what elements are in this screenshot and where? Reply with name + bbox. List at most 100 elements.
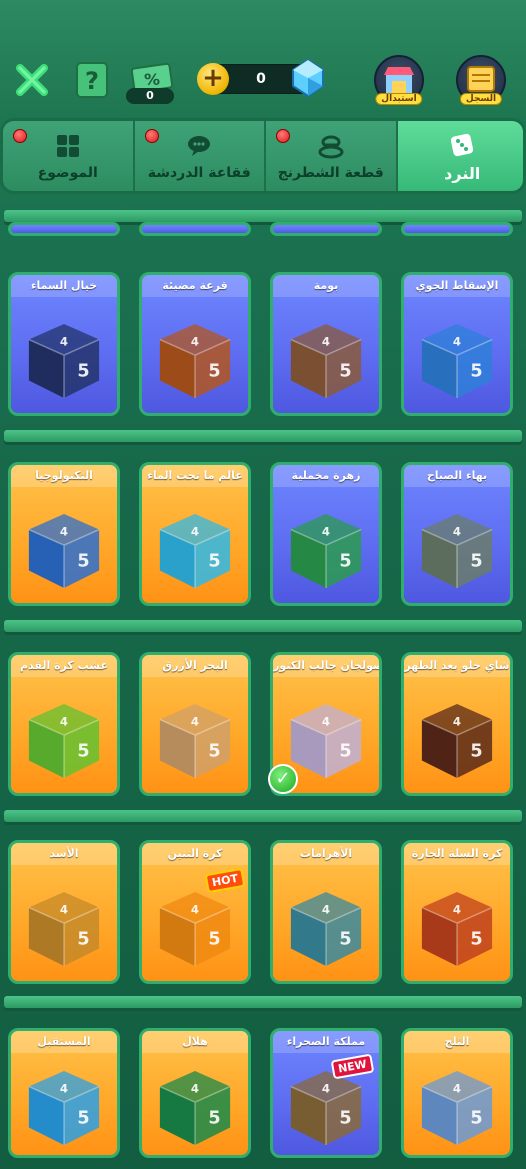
- tab-chat-bubble[interactable]: فقاعة الدردشة: [134, 121, 266, 191]
- dice-card-partial[interactable]: [270, 222, 382, 236]
- dice-card-title: قرعة مضيئة: [142, 275, 248, 297]
- dice-card[interactable]: الأهرامات 5 4: [270, 840, 382, 984]
- dice-card-title: خيال السماء: [11, 275, 117, 297]
- tab-label: قطعة الشطرنج: [277, 165, 384, 181]
- dice-skin-icon: 54: [28, 703, 100, 778]
- dice-card[interactable]: عشب كرة القدم 5 4: [8, 652, 120, 796]
- dice-card-partial[interactable]: [401, 222, 513, 236]
- dice-card[interactable]: التكنولوجيا 5 4: [8, 462, 120, 606]
- help-button[interactable]: ?: [74, 60, 110, 100]
- swap-button[interactable]: استبدال: [374, 55, 424, 105]
- svg-text:5: 5: [470, 1108, 482, 1128]
- question-mark-icon: ?: [76, 62, 108, 98]
- dice-skin-icon: 54: [290, 323, 362, 398]
- selected-check-icon: ✓: [268, 764, 298, 794]
- dice-card[interactable]: قرعة مضيئة 5 4: [139, 272, 251, 416]
- dice-card-title: شاي حلو بعد الظهر: [404, 655, 510, 677]
- dice-card[interactable]: مملكة الصحراء 5 4 NEW: [270, 1028, 382, 1158]
- svg-text:5: 5: [470, 551, 482, 571]
- dice-card[interactable]: هلال 5 4: [139, 1028, 251, 1158]
- svg-text:4: 4: [453, 902, 461, 916]
- hot-badge: HOT: [204, 867, 246, 894]
- chess-piece-icon: [318, 135, 344, 159]
- dice-card[interactable]: بهاء الصباح 5 4: [401, 462, 513, 606]
- svg-text:5: 5: [339, 361, 351, 381]
- dice-card[interactable]: الثلج 5 4: [401, 1028, 513, 1158]
- tab-label: فقاعة الدردشة: [147, 165, 251, 181]
- dice-card[interactable]: شاي حلو بعد الظهر 5 4: [401, 652, 513, 796]
- gem-count: 0: [256, 71, 266, 87]
- dice-card[interactable]: كرة التنين 5 4 HOT: [139, 840, 251, 984]
- dice-skin-icon: 54: [421, 891, 493, 966]
- dice-skin-icon: 54: [421, 513, 493, 588]
- shelf-divider: [4, 430, 522, 442]
- new-indicator-dot: [276, 129, 290, 143]
- svg-text:4: 4: [322, 334, 330, 348]
- svg-text:4: 4: [322, 714, 330, 728]
- history-button[interactable]: السجل: [456, 55, 506, 105]
- shelf-divider: [4, 996, 522, 1008]
- dice-skin-icon: 54: [28, 891, 100, 966]
- dice-card-title: عالم ما تحت الماء: [142, 465, 248, 487]
- dice-card-title: بومة: [273, 275, 379, 297]
- dice-card[interactable]: بومة 5 4: [270, 272, 382, 416]
- dice-card-title: عشب كرة القدم: [11, 655, 117, 677]
- svg-text:4: 4: [453, 334, 461, 348]
- new-badge: NEW: [330, 1053, 375, 1080]
- tab-dice[interactable]: النرد: [397, 121, 523, 191]
- dice-card[interactable]: عالم ما تحت الماء 5 4: [139, 462, 251, 606]
- dice-card-partial[interactable]: [8, 222, 120, 236]
- tab-label: النرد: [444, 163, 481, 183]
- dice-skin-icon: 54: [290, 1070, 362, 1145]
- dice-skin-icon: 54: [421, 703, 493, 778]
- svg-text:4: 4: [191, 714, 199, 728]
- dice-skin-icon: 54: [159, 1070, 231, 1145]
- dice-skin-icon: 54: [421, 323, 493, 398]
- dice-card[interactable]: البحر الأزرق 5 4: [139, 652, 251, 796]
- svg-text:5: 5: [208, 741, 220, 761]
- svg-text:4: 4: [453, 714, 461, 728]
- shelf-divider: [4, 210, 522, 222]
- tab-theme[interactable]: الموضوع: [3, 121, 135, 191]
- svg-text:5: 5: [470, 361, 482, 381]
- dice-card-title: صولجان جالب الكنوز: [273, 655, 379, 677]
- svg-text:5: 5: [208, 551, 220, 571]
- dice-skin-icon: 54: [28, 1070, 100, 1145]
- add-gems-button[interactable]: +: [197, 63, 229, 95]
- dice-card[interactable]: الإسقاط الجوي 5 4: [401, 272, 513, 416]
- tab-chess-piece[interactable]: قطعة الشطرنج: [266, 121, 398, 191]
- svg-text:5: 5: [208, 361, 220, 381]
- dice-card[interactable]: الأسد 5 4: [8, 840, 120, 984]
- dice-card-title: كرة التنين: [142, 843, 248, 865]
- dice-card-title: هلال: [142, 1031, 248, 1053]
- svg-text:4: 4: [453, 524, 461, 538]
- svg-text:4: 4: [322, 524, 330, 538]
- dice-card[interactable]: المستقبل 5 4: [8, 1028, 120, 1158]
- new-indicator-dot: [144, 129, 159, 143]
- svg-text:5: 5: [470, 741, 482, 761]
- svg-text:5: 5: [77, 551, 89, 571]
- svg-text:4: 4: [60, 524, 68, 538]
- dice-card-partial[interactable]: [139, 222, 251, 236]
- svg-text:?: ?: [85, 67, 99, 95]
- svg-text:5: 5: [77, 1108, 89, 1128]
- svg-text:5: 5: [208, 1108, 220, 1128]
- dice-card[interactable]: خيال السماء 5 4: [8, 272, 120, 416]
- dice-card[interactable]: زهرة مخملية 5 4: [270, 462, 382, 606]
- svg-text:4: 4: [60, 334, 68, 348]
- blue-diamond-icon: [290, 58, 326, 98]
- dice-card[interactable]: كرة السلة الحارة 5 4: [401, 840, 513, 984]
- svg-text:%: %: [144, 70, 160, 89]
- svg-text:4: 4: [322, 1081, 330, 1095]
- dice-card-title: الإسقاط الجوي: [404, 275, 510, 297]
- dice-skin-icon: 54: [290, 891, 362, 966]
- dice-card-title: مملكة الصحراء: [273, 1031, 379, 1053]
- svg-text:4: 4: [322, 902, 330, 916]
- svg-text:5: 5: [339, 551, 351, 571]
- dice-card-title: التكنولوجيا: [11, 465, 117, 487]
- dice-skin-icon: 54: [28, 513, 100, 588]
- svg-text:4: 4: [60, 1081, 68, 1095]
- close-button[interactable]: [12, 60, 52, 100]
- swap-button-label: استبدال: [375, 93, 423, 105]
- history-button-label: السجل: [459, 93, 503, 105]
